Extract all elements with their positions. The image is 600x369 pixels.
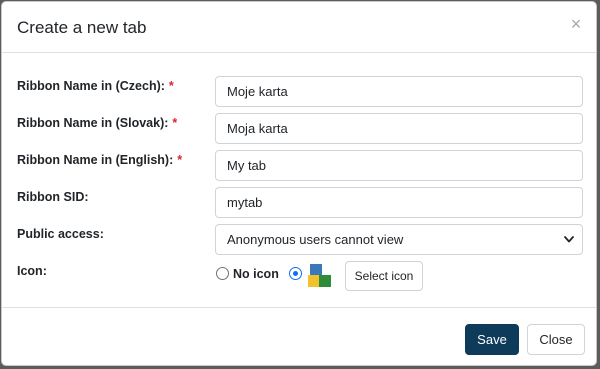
required-marker: * xyxy=(168,79,174,93)
required-marker: * xyxy=(177,153,183,167)
form-row-name-english: Ribbon Name in (English): * My tab xyxy=(2,150,596,184)
sid-input[interactable]: mytab xyxy=(215,187,583,218)
form-row-sid: Ribbon SID: mytab xyxy=(2,187,596,221)
label-name-english: Ribbon Name in (English): * xyxy=(17,153,183,167)
label-icon: Icon: xyxy=(17,264,47,278)
label-sid: Ribbon SID: xyxy=(17,190,89,204)
label-name-slovak: Ribbon Name in (Slovak): * xyxy=(17,116,178,130)
save-button[interactable]: Save xyxy=(465,324,519,355)
form-row-name-slovak: Ribbon Name in (Slovak): * Moja karta xyxy=(2,113,596,147)
custom-icon-radio[interactable] xyxy=(289,267,302,280)
form-row-name-czech: Ribbon Name in (Czech): * Moje karta xyxy=(2,76,596,110)
name-english-input[interactable]: My tab xyxy=(215,150,583,181)
no-icon-radio[interactable] xyxy=(216,267,229,280)
select-icon-button[interactable]: Select icon xyxy=(345,261,423,291)
public-access-selected-value: Anonymous users cannot view xyxy=(227,232,404,247)
label-name-czech: Ribbon Name in (Czech): * xyxy=(17,79,174,93)
dialog-title: Create a new tab xyxy=(17,18,147,37)
name-slovak-input[interactable]: Moja karta xyxy=(215,113,583,144)
dialog-footer: Save Close xyxy=(2,307,596,365)
public-access-select[interactable]: Anonymous users cannot view xyxy=(215,224,583,255)
required-marker: * xyxy=(172,116,178,130)
form-row-public-access: Public access: Anonymous users cannot vi… xyxy=(2,224,596,258)
no-icon-label: No icon xyxy=(233,267,279,281)
chevron-down-icon xyxy=(564,236,574,243)
colored-squares-icon xyxy=(308,264,331,287)
create-tab-dialog: Create a new tab × Ribbon Name in (Czech… xyxy=(1,1,597,366)
dialog-header: Create a new tab × xyxy=(2,2,596,53)
close-icon[interactable]: × xyxy=(568,14,584,34)
form-row-icon: Icon: No icon Select icon xyxy=(2,261,596,295)
name-czech-input[interactable]: Moje karta xyxy=(215,76,583,107)
label-public-access: Public access: xyxy=(17,227,104,241)
close-button[interactable]: Close xyxy=(527,324,585,355)
